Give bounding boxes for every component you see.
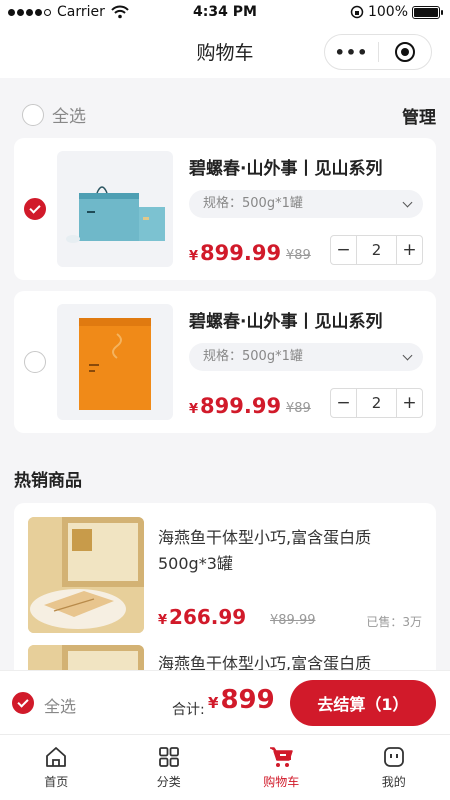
mini-program-capsule: •••	[324, 34, 432, 70]
total-value: 899	[220, 685, 275, 715]
increase-button[interactable]: +	[397, 393, 422, 413]
sold-count: 已售：3万	[366, 615, 422, 629]
tab-bar: 首页 分类 购物车 我的	[0, 734, 450, 800]
chevron-down-icon	[402, 197, 413, 208]
category-icon	[158, 747, 179, 767]
spec-selector[interactable]: 规格：500g*1罐	[189, 343, 423, 371]
orientation-lock-icon	[350, 5, 364, 19]
quantity-stepper: − 2 +	[330, 235, 423, 265]
increase-button[interactable]: +	[397, 240, 422, 260]
spec-label: 规格：500g*1罐	[203, 349, 303, 364]
currency-symbol: ¥	[158, 613, 168, 628]
item-select-radio[interactable]	[24, 351, 46, 373]
status-right: 100%	[350, 4, 443, 20]
hot-product-original-price: ¥89.99	[270, 613, 316, 628]
select-all-radio[interactable]	[12, 692, 34, 714]
hot-section-title: 热销商品	[14, 471, 82, 491]
original-price: ¥89	[286, 248, 311, 263]
manage-button[interactable]: 管理	[402, 103, 436, 128]
tab-label: 首页	[44, 775, 69, 789]
cart-item: 碧螺春·山外事丨见山系列 规格：500g*1罐 ¥899.99 ¥89 − 2 …	[14, 138, 436, 280]
hot-product-title[interactable]: 海燕鱼干体型小巧,富含蛋白质500g*3罐	[158, 525, 408, 577]
price-value: 899.99	[200, 241, 282, 265]
tab-category[interactable]: 分类	[113, 735, 226, 800]
select-all-label: 全选	[52, 107, 86, 127]
decrease-button[interactable]: −	[331, 393, 356, 413]
product-price: ¥899.99	[189, 241, 281, 265]
hot-products-list: 海燕鱼干体型小巧,富含蛋白质500g*3罐 ¥266.99 ¥89.99 已售：…	[14, 503, 436, 678]
tab-label: 我的	[381, 775, 406, 789]
currency-symbol: ¥	[189, 249, 199, 264]
more-dots-icon[interactable]: •••	[325, 43, 378, 62]
cart-icon	[270, 747, 293, 767]
navbar: 购物车 •••	[0, 26, 450, 78]
spec-selector[interactable]: 规格：500g*1罐	[189, 190, 423, 218]
hot-product-image[interactable]	[28, 517, 144, 633]
select-all-radio[interactable]	[22, 103, 44, 126]
currency-symbol: ¥	[208, 694, 219, 712]
checkout-button[interactable]: 去结算（1）	[290, 680, 436, 726]
product-title[interactable]: 碧螺春·山外事丨见山系列	[189, 154, 382, 179]
battery-icon	[412, 5, 443, 19]
product-image[interactable]	[57, 151, 173, 267]
checkout-bar: 全选 合计: ¥899 去结算（1）	[0, 670, 450, 734]
price-value: 899.99	[200, 394, 282, 418]
spec-label: 规格：500g*1罐	[203, 196, 303, 211]
battery-percent: 100%	[367, 4, 408, 20]
tab-profile[interactable]: 我的	[338, 735, 450, 800]
product-price: ¥899.99	[189, 394, 281, 418]
currency-symbol: ¥	[189, 402, 199, 417]
price-value: 266.99	[169, 605, 247, 629]
chevron-down-icon	[402, 350, 413, 361]
item-select-radio[interactable]	[24, 198, 46, 220]
decrease-button[interactable]: −	[331, 240, 356, 260]
status-bar: Carrier 4:34 PM 100%	[0, 0, 450, 26]
target-icon	[394, 42, 415, 62]
close-target-button[interactable]	[379, 42, 431, 62]
quantity-value[interactable]: 2	[356, 236, 397, 264]
tab-label: 分类	[156, 775, 181, 789]
total-price: ¥899	[208, 685, 275, 715]
product-image[interactable]	[57, 304, 173, 420]
quantity-value[interactable]: 2	[356, 389, 397, 417]
product-title[interactable]: 碧螺春·山外事丨见山系列	[189, 307, 382, 332]
original-price: ¥89	[286, 401, 311, 416]
tab-home[interactable]: 首页	[0, 735, 113, 800]
total-label: 合计:	[172, 702, 205, 718]
profile-icon	[383, 747, 404, 767]
select-all-label[interactable]: 全选	[44, 693, 76, 717]
hot-product-price: ¥266.99	[158, 605, 246, 629]
quantity-stepper: − 2 +	[330, 388, 423, 418]
select-all-top[interactable]: 全选	[22, 102, 86, 127]
home-icon	[46, 747, 67, 767]
cart-item: 碧螺春·山外事丨见山系列 规格：500g*1罐 ¥899.99 ¥89 − 2 …	[14, 291, 436, 433]
tab-cart[interactable]: 购物车	[225, 735, 338, 800]
tab-label: 购物车	[263, 775, 300, 789]
